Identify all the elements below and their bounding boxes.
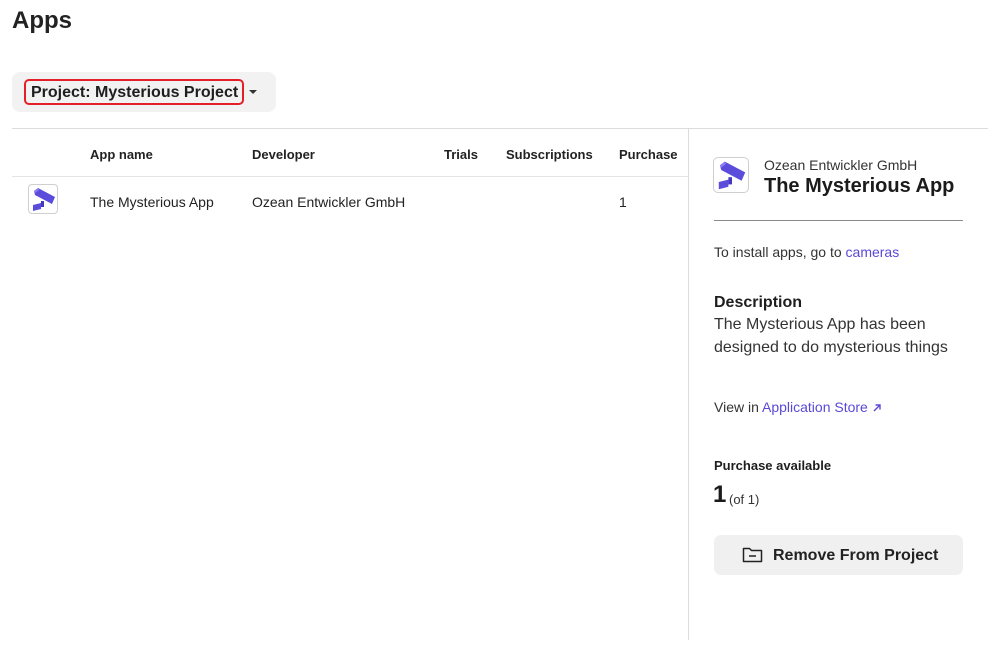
divider: [12, 128, 988, 129]
description-text: The Mysterious App has been designed to …: [714, 316, 948, 356]
column-header-subscriptions[interactable]: Subscriptions: [506, 147, 593, 162]
detail-title: The Mysterious App: [764, 175, 955, 197]
application-store-link-label[interactable]: Application Store: [762, 399, 868, 415]
camera-icon: [28, 184, 58, 214]
description-heading: Description: [714, 294, 803, 311]
purchase-count: 1: [713, 481, 727, 508]
caret-down-icon[interactable]: [249, 90, 257, 94]
developer-cell: Ozean Entwickler GmbH: [252, 194, 406, 210]
purchase-cell: 1: [619, 194, 627, 210]
purchase-total: (of 1): [729, 492, 760, 507]
purchase-heading: Purchase available: [714, 458, 832, 473]
table-header-divider: [12, 176, 688, 177]
install-hint: To install apps, go to cameras: [714, 244, 899, 260]
detail-divider: [714, 220, 963, 221]
column-header-developer[interactable]: Developer: [252, 147, 315, 162]
view-in-text: View in: [714, 399, 762, 415]
column-header-app-name[interactable]: App name: [90, 147, 153, 162]
column-header-purchase[interactable]: Purchase: [619, 147, 678, 162]
remove-from-project-label[interactable]: Remove From Project: [773, 547, 938, 565]
detail-developer: Ozean Entwickler GmbH: [764, 157, 918, 173]
application-store-link[interactable]: Application Store: [762, 399, 882, 415]
project-selector[interactable]: Project: Mysterious Project: [12, 72, 276, 112]
column-header-trials[interactable]: Trials: [444, 147, 478, 162]
install-hint-text: To install apps, go to: [714, 244, 846, 260]
panel-divider: [688, 128, 689, 640]
view-in-store: View in Application Store: [714, 399, 882, 415]
external-link-arrow-icon[interactable]: [872, 403, 882, 413]
project-selector-label[interactable]: Project: Mysterious Project: [24, 79, 245, 105]
cameras-link[interactable]: cameras: [846, 244, 900, 260]
page-title: Apps: [12, 7, 72, 34]
remove-from-project-button[interactable]: Remove From Project: [714, 535, 963, 575]
app-name-cell[interactable]: The Mysterious App: [90, 194, 214, 210]
camera-icon: [713, 157, 749, 193]
folder-minus-icon: [742, 547, 763, 563]
